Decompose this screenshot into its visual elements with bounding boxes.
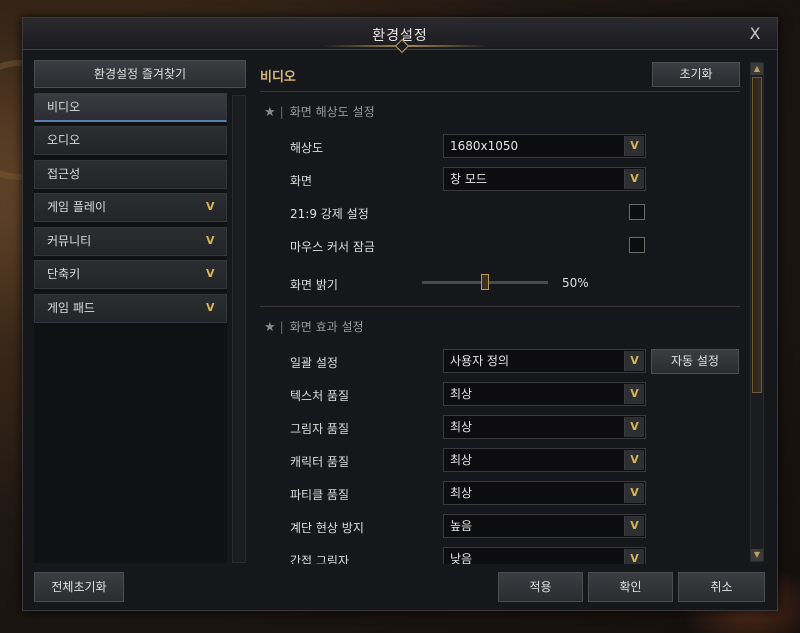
dropdown-value: 높음 <box>450 519 473 533</box>
title-bar: 환경설정 X <box>23 18 777 54</box>
chevron-down-icon: V <box>624 351 644 371</box>
preset-label: 일괄 설정 <box>290 356 338 370</box>
chevron-down-icon: V <box>624 516 644 536</box>
effects-group-header: ★ | 화면 효과 설정 <box>264 318 364 336</box>
settings-content: ★ | 화면 해상도 설정 해상도 1680x1050 V 화면 창 모드 V 21… <box>260 94 748 564</box>
dropdown-value: 최상 <box>450 420 473 434</box>
category-label: 게임 패드 <box>47 301 95 315</box>
category-label: 비디오 <box>47 100 81 114</box>
particle-quality-label: 파티클 품질 <box>290 488 350 502</box>
dropdown-value: 최상 <box>450 486 473 500</box>
cursor-lock-checkbox[interactable] <box>629 237 645 253</box>
category-label: 접근성 <box>47 167 81 181</box>
dropdown-value: 낮음 <box>450 552 473 564</box>
character-quality-label: 캐릭터 품질 <box>290 455 350 469</box>
category-item-gameplay[interactable]: 게임 플레이 V <box>34 193 227 222</box>
apply-button[interactable]: 적용 <box>498 572 583 602</box>
category-label: 단축키 <box>47 267 81 281</box>
chevron-down-icon: V <box>624 384 644 404</box>
force-219-checkbox[interactable] <box>629 204 645 220</box>
resolution-label: 해상도 <box>290 141 324 155</box>
category-scrollbar[interactable] <box>232 95 246 563</box>
chevron-down-icon: V <box>206 200 215 213</box>
close-button[interactable]: X <box>745 24 765 44</box>
indirect-shadow-dropdown[interactable]: 낮음 V <box>443 547 646 564</box>
shadow-quality-dropdown[interactable]: 최상 V <box>443 415 646 439</box>
cursor-lock-label: 마우스 커서 잠금 <box>290 240 375 254</box>
chevron-down-icon: V <box>624 169 644 189</box>
settings-scrollbar[interactable]: ▲ ▼ <box>750 62 764 562</box>
chevron-down-icon: V <box>624 417 644 437</box>
screen-mode-dropdown[interactable]: 창 모드 V <box>443 167 646 191</box>
indirect-shadow-label: 간접 그림자 <box>290 554 350 564</box>
reset-all-button[interactable]: 전체초기화 <box>34 572 124 602</box>
cancel-button[interactable]: 취소 <box>678 572 765 602</box>
preset-dropdown[interactable]: 사용자 정의 V <box>443 349 646 373</box>
character-quality-dropdown[interactable]: 최상 V <box>443 448 646 472</box>
auto-setting-button[interactable]: 자동 설정 <box>651 349 739 374</box>
star-icon: ★ <box>264 320 276 335</box>
chevron-down-icon: V <box>206 267 215 280</box>
chevron-down-icon: V <box>206 234 215 247</box>
category-label: 커뮤니티 <box>47 234 92 248</box>
group-title: 화면 해상도 설정 <box>289 105 375 119</box>
settings-window: 환경설정 X 환경설정 즐겨찾기 비디오 오디오 접근성 게임 플레이 V 커뮤… <box>22 17 778 611</box>
dropdown-value: 사용자 정의 <box>450 354 510 368</box>
texture-quality-dropdown[interactable]: 최상 V <box>443 382 646 406</box>
star-icon: ★ <box>264 105 276 120</box>
section-title: 비디오 <box>260 70 296 85</box>
chevron-down-icon: V <box>624 549 644 564</box>
group-title: 화면 효과 설정 <box>289 320 364 334</box>
dropdown-value: 최상 <box>450 387 473 401</box>
category-item-video[interactable]: 비디오 <box>34 93 227 122</box>
brightness-slider-handle[interactable] <box>481 274 489 290</box>
category-item-audio[interactable]: 오디오 <box>34 126 227 155</box>
header-divider <box>260 91 740 92</box>
reset-button[interactable]: 초기화 <box>652 62 740 87</box>
dropdown-value: 창 모드 <box>450 172 487 186</box>
brightness-label: 화면 밝기 <box>290 278 338 292</box>
texture-quality-label: 텍스처 품질 <box>290 389 350 403</box>
screen-mode-label: 화면 <box>290 174 313 188</box>
chevron-down-icon: V <box>624 136 644 156</box>
antialiasing-dropdown[interactable]: 높음 V <box>443 514 646 538</box>
chevron-down-icon: V <box>624 483 644 503</box>
shadow-quality-label: 그림자 품질 <box>290 422 350 436</box>
favorites-button[interactable]: 환경설정 즐겨찾기 <box>34 60 246 88</box>
category-item-shortcuts[interactable]: 단축키 V <box>34 260 227 289</box>
category-item-gamepad[interactable]: 게임 패드 V <box>34 294 227 323</box>
particle-quality-dropdown[interactable]: 최상 V <box>443 481 646 505</box>
category-item-accessibility[interactable]: 접근성 <box>34 160 227 189</box>
resolution-group-header: ★ | 화면 해상도 설정 <box>264 103 375 121</box>
antialiasing-label: 계단 현상 방지 <box>290 521 364 535</box>
scroll-up-arrow-icon[interactable]: ▲ <box>751 63 763 75</box>
category-list: 비디오 오디오 접근성 게임 플레이 V 커뮤니티 V 단축키 V 게임 패드 … <box>34 93 227 563</box>
category-item-community[interactable]: 커뮤니티 V <box>34 227 227 256</box>
dropdown-value: 1680x1050 <box>450 139 519 153</box>
confirm-button[interactable]: 확인 <box>588 572 673 602</box>
chevron-down-icon: V <box>624 450 644 470</box>
scrollbar-thumb[interactable] <box>752 77 762 393</box>
resolution-dropdown[interactable]: 1680x1050 V <box>443 134 646 158</box>
dropdown-value: 최상 <box>450 453 473 467</box>
category-label: 게임 플레이 <box>47 200 107 214</box>
separator-bar: | <box>279 105 284 119</box>
brightness-value: 50% <box>562 276 589 290</box>
group-divider <box>260 306 740 307</box>
force-219-label: 21:9 강제 설정 <box>290 207 369 221</box>
category-label: 오디오 <box>47 133 81 147</box>
scroll-down-arrow-icon[interactable]: ▼ <box>751 549 763 561</box>
chevron-down-icon: V <box>206 301 215 314</box>
separator-bar: | <box>279 320 284 334</box>
